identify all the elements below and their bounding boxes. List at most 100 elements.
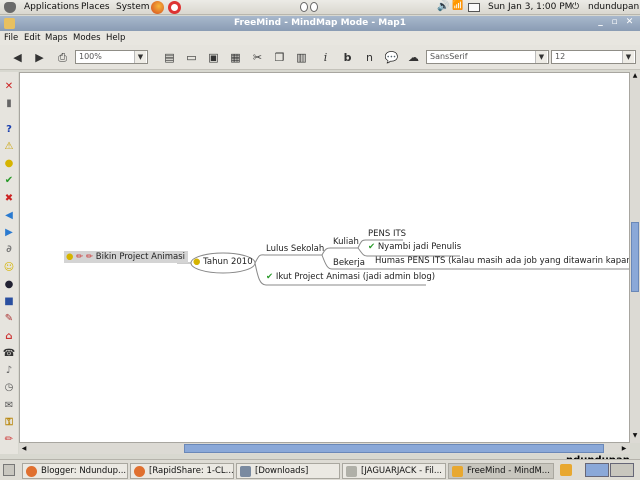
cloud-bubble-icon[interactable]: 💬 bbox=[384, 50, 399, 65]
back-icon[interactable]: ◀ bbox=[10, 50, 25, 65]
taskbar-item-jaguarjack[interactable]: [JAGUARJACK - Fil... bbox=[342, 463, 446, 479]
workspace-switcher[interactable] bbox=[610, 463, 634, 477]
top-panel: Applications Places System 🔊 📶 Sun Jan 3… bbox=[0, 0, 640, 15]
humas-node[interactable]: Humas PENS ITS (kalau masih ada job yang… bbox=[375, 256, 629, 266]
tools-icon[interactable]: ✎ bbox=[3, 312, 15, 324]
menu-help[interactable]: Help bbox=[106, 33, 125, 43]
maximize-button[interactable]: ▫ bbox=[608, 17, 621, 30]
foot-icon[interactable] bbox=[4, 2, 16, 13]
save-as-icon[interactable]: ▦ bbox=[228, 50, 243, 65]
font-size-select[interactable]: 12 ▼ bbox=[551, 50, 636, 64]
user-name[interactable]: ndundupan bbox=[588, 2, 639, 12]
home-icon[interactable]: ⌂ bbox=[3, 330, 15, 342]
system-menu[interactable]: System bbox=[116, 2, 150, 12]
bold-icon[interactable]: b bbox=[340, 50, 355, 65]
workspace-switcher[interactable] bbox=[585, 463, 609, 477]
freemind-tray-icon[interactable] bbox=[560, 464, 572, 476]
font-family-select[interactable]: SansSerif ▼ bbox=[426, 50, 549, 64]
arrow-right-icon[interactable]: ▶ bbox=[3, 226, 15, 238]
menu-modes[interactable]: Modes bbox=[73, 33, 101, 43]
menu-file[interactable]: File bbox=[4, 33, 18, 43]
root-node[interactable]: ● ✏ ✏ Bikin Project Animasi bbox=[64, 251, 188, 263]
window-title: FreeMind - MindMap Mode - Map1 bbox=[233, 18, 407, 28]
mail-icon[interactable] bbox=[468, 3, 480, 12]
idea-bulb-icon[interactable]: ● bbox=[3, 157, 15, 169]
vertical-scroll-thumb[interactable] bbox=[631, 222, 639, 292]
chevron-down-icon: ▼ bbox=[535, 51, 547, 63]
pencil-icon[interactable]: ✏ bbox=[3, 433, 15, 445]
clock[interactable]: Sun Jan 3, 1:00 PM bbox=[488, 2, 572, 12]
mindmap-canvas[interactable]: ● ✏ ✏ Bikin Project Animasi ● Tahun 2010… bbox=[19, 72, 630, 443]
cut-icon[interactable]: ✂ bbox=[250, 50, 265, 65]
menu-edit[interactable]: Edit bbox=[24, 33, 40, 43]
forward-icon[interactable]: ▶ bbox=[32, 50, 47, 65]
font-family-value: SansSerif bbox=[430, 52, 468, 61]
taskbar-item-rapidshare[interactable]: [RapidShare: 1-CL... bbox=[130, 463, 234, 479]
phone-icon[interactable]: ☎ bbox=[3, 347, 15, 359]
ok-check-icon[interactable]: ✔ bbox=[3, 174, 15, 186]
kuliah-node[interactable]: Kuliah bbox=[333, 237, 359, 247]
taskbar-item-label: [Downloads] bbox=[255, 466, 309, 476]
lulus-sekolah-node[interactable]: Lulus Sekolah bbox=[266, 244, 324, 254]
arrow-left-icon[interactable]: ◀ bbox=[3, 209, 15, 221]
pens-its-label: PENS ITS bbox=[368, 229, 407, 239]
question-icon[interactable]: ? bbox=[3, 123, 15, 135]
bomb-icon[interactable]: ● bbox=[3, 278, 15, 290]
scroll-left-icon[interactable]: ◀ bbox=[19, 443, 29, 454]
places-menu[interactable]: Places bbox=[81, 2, 110, 12]
help-lifebuoy-icon[interactable] bbox=[168, 1, 181, 14]
font-size-value: 12 bbox=[555, 52, 566, 61]
minimize-button[interactable]: _ bbox=[594, 17, 607, 30]
menu-maps[interactable]: Maps bbox=[45, 33, 67, 43]
copy-icon[interactable]: ❐ bbox=[272, 50, 287, 65]
applications-menu[interactable]: Applications bbox=[24, 2, 79, 12]
horizontal-scrollbar[interactable]: ◀ ▶ bbox=[19, 443, 630, 454]
scroll-right-icon[interactable]: ▶ bbox=[619, 443, 629, 454]
mail-icon[interactable]: ✉ bbox=[3, 399, 15, 411]
scroll-down-icon[interactable]: ▼ bbox=[631, 432, 639, 442]
bottom-taskbar: Blogger: Ndundup... [RapidShare: 1-CL...… bbox=[0, 459, 640, 480]
vertical-scrollbar[interactable]: ▲ ▼ bbox=[630, 72, 640, 443]
music-icon[interactable]: ♪ bbox=[3, 364, 15, 376]
bekerja-node[interactable]: Bekerja bbox=[333, 258, 365, 268]
network-icon[interactable]: 📶 bbox=[452, 1, 463, 11]
tahun-node[interactable]: ● Tahun 2010 bbox=[193, 257, 253, 267]
taskbar-item-freemind[interactable]: FreeMind - MindM... bbox=[448, 463, 554, 479]
not-ok-icon[interactable]: ✖ bbox=[3, 192, 15, 204]
pens-its-node[interactable]: PENS ITS bbox=[368, 229, 406, 239]
trash-icon[interactable]: ▮ bbox=[3, 97, 15, 109]
warning-icon[interactable]: ⚠ bbox=[3, 140, 15, 152]
window-titlebar[interactable]: FreeMind - MindMap Mode - Map1 _ ▫ ✕ bbox=[0, 16, 640, 31]
clock-icon[interactable]: ◷ bbox=[3, 381, 15, 393]
firefox-launcher-icon[interactable] bbox=[151, 1, 164, 14]
nyambi-node[interactable]: ✔ Nyambi jadi Penulis bbox=[368, 242, 461, 252]
scroll-up-icon[interactable]: ▲ bbox=[631, 72, 639, 82]
print-icon[interactable]: ⎙ bbox=[55, 50, 70, 65]
zoom-value: 100% bbox=[79, 52, 102, 61]
save-icon[interactable]: ▣ bbox=[206, 50, 221, 65]
close-button[interactable]: ✕ bbox=[623, 17, 636, 30]
eyes-applet-icon bbox=[310, 2, 318, 12]
new-map-icon[interactable]: ▤ bbox=[162, 50, 177, 65]
file-manager-icon bbox=[346, 466, 357, 477]
eyes-applet-icon bbox=[300, 2, 308, 12]
italic-icon[interactable]: i bbox=[318, 50, 333, 65]
attach-icon[interactable]: ∂ bbox=[3, 243, 15, 255]
book-icon[interactable]: ■ bbox=[3, 295, 15, 307]
taskbar-item-downloads[interactable]: [Downloads] bbox=[236, 463, 340, 479]
cloud-icon[interactable]: ☁ bbox=[406, 50, 421, 65]
open-icon[interactable]: ▭ bbox=[184, 50, 199, 65]
zoom-select[interactable]: 100% ▼ bbox=[75, 50, 148, 64]
horizontal-scroll-thumb[interactable] bbox=[184, 444, 604, 453]
normal-font-icon[interactable]: n bbox=[362, 50, 377, 65]
taskbar-item-blogger[interactable]: Blogger: Ndundup... bbox=[22, 463, 128, 479]
volume-icon[interactable]: 🔊 bbox=[437, 1, 449, 12]
ikut-project-label: Ikut Project Animasi (jadi admin blog) bbox=[275, 272, 436, 282]
smiley-icon[interactable]: ☺ bbox=[3, 261, 15, 273]
show-desktop-icon[interactable] bbox=[3, 464, 15, 476]
paste-icon[interactable]: ▥ bbox=[294, 50, 309, 65]
key-icon[interactable]: ⚿ bbox=[3, 416, 15, 428]
ikut-project-node[interactable]: ✔ Ikut Project Animasi (jadi admin blog) bbox=[266, 272, 435, 282]
lulus-sekolah-label: Lulus Sekolah bbox=[266, 244, 325, 254]
remove-last-icon[interactable]: ✕ bbox=[3, 80, 15, 92]
